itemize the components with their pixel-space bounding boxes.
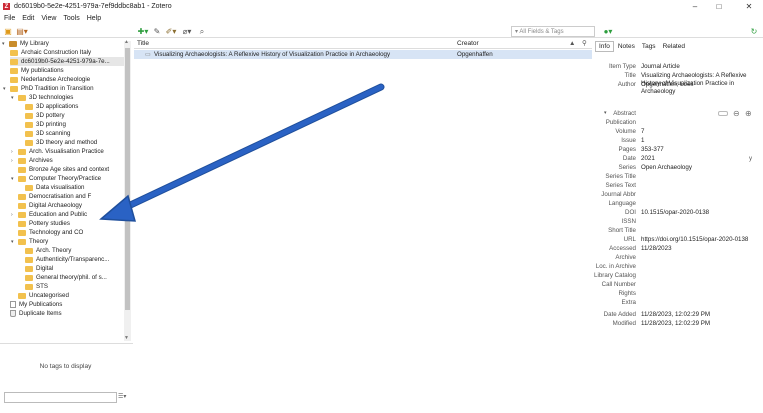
annotation-arrow [99,83,385,222]
